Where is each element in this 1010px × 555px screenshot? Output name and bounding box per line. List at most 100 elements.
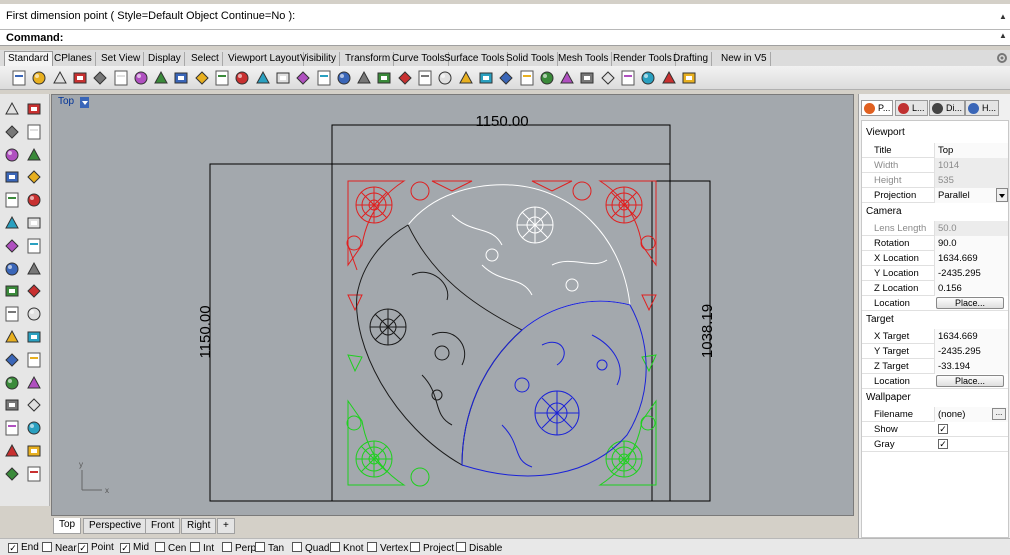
- help-icon[interactable]: [680, 69, 698, 87]
- top-viewport[interactable]: 1150.00 1150.00 1038.19 y x Top: [51, 94, 854, 516]
- save-icon[interactable]: [51, 69, 69, 87]
- add-viewport-tab-icon[interactable]: +: [217, 518, 235, 534]
- analyze-icon[interactable]: [25, 419, 43, 437]
- light-icon[interactable]: [457, 69, 475, 87]
- toolbar-tab[interactable]: Render Tools: [610, 52, 676, 66]
- paint-icon[interactable]: [25, 465, 43, 483]
- options-icon[interactable]: [639, 69, 657, 87]
- dimension-icon[interactable]: [25, 374, 43, 392]
- zoom-icon[interactable]: [254, 69, 272, 87]
- cut-icon[interactable]: [112, 69, 130, 87]
- copy-icon[interactable]: [132, 69, 150, 87]
- osnap-disable[interactable]: Disable: [456, 542, 502, 554]
- toolbar-tab[interactable]: Standard: [4, 51, 53, 66]
- browse-button[interactable]: ...: [992, 408, 1006, 420]
- chevron-down-icon[interactable]: [996, 188, 1008, 202]
- gray-checkbox[interactable]: ✓: [938, 439, 948, 449]
- trim-icon[interactable]: [3, 351, 21, 369]
- panel-tab[interactable]: P...: [861, 100, 894, 116]
- osnap-checkbox[interactable]: ✓: [120, 543, 130, 553]
- toolbar-tab[interactable]: Mesh Tools: [555, 52, 613, 66]
- tangent-icon[interactable]: [396, 69, 414, 87]
- osnap-checkbox[interactable]: [330, 542, 340, 552]
- place-camera-button[interactable]: Place...: [936, 297, 1004, 309]
- render-preview-icon[interactable]: [558, 69, 576, 87]
- place-target-button[interactable]: Place...: [936, 375, 1004, 387]
- osnap-checkbox[interactable]: ✓: [8, 543, 18, 553]
- osnap-perp[interactable]: Perp: [222, 542, 256, 554]
- layer-icon[interactable]: [497, 69, 515, 87]
- panel-tab[interactable]: L...: [895, 100, 928, 116]
- rotate-view-icon[interactable]: [233, 69, 251, 87]
- boolean-icon[interactable]: [3, 328, 21, 346]
- osnap-mid[interactable]: ✓ Mid: [120, 542, 149, 554]
- toolbar-tab[interactable]: Visibility: [297, 52, 340, 66]
- render-box-icon[interactable]: [3, 442, 21, 460]
- arrow-tool-icon[interactable]: [660, 69, 678, 87]
- viewport-canvas[interactable]: 1150.00 1150.00 1038.19 y x: [52, 95, 854, 516]
- osnap-checkbox[interactable]: [42, 542, 52, 552]
- mesh-shape-icon[interactable]: [3, 465, 21, 483]
- split-icon[interactable]: [25, 305, 43, 323]
- osnap-vertex[interactable]: Vertex: [367, 542, 408, 554]
- surface-icon[interactable]: [3, 214, 21, 232]
- prop-y-location[interactable]: Y Location -2435.295: [862, 266, 1008, 281]
- osnap-end[interactable]: ✓ End: [8, 542, 39, 554]
- prop-y-target[interactable]: Y Target -2435.295: [862, 344, 1008, 359]
- osnap-checkbox[interactable]: [222, 542, 232, 552]
- explode-icon[interactable]: [25, 282, 43, 300]
- osnap-checkbox[interactable]: [410, 542, 420, 552]
- open-icon[interactable]: [30, 69, 48, 87]
- redo-icon[interactable]: [193, 69, 211, 87]
- render-icon[interactable]: [599, 69, 617, 87]
- array-icon[interactable]: [3, 419, 21, 437]
- osnap-checkbox[interactable]: [292, 542, 302, 552]
- viewport-tab[interactable]: Front: [145, 518, 181, 534]
- import-icon[interactable]: [91, 69, 109, 87]
- toolbar-tab[interactable]: Display: [145, 52, 185, 66]
- new-icon[interactable]: [10, 69, 28, 87]
- osnap-checkbox[interactable]: [456, 542, 466, 552]
- osnap-project[interactable]: Project: [410, 542, 454, 554]
- undo-icon[interactable]: [172, 69, 190, 87]
- polyline-icon[interactable]: [3, 123, 21, 141]
- select-icon[interactable]: [3, 100, 21, 118]
- prop-filename[interactable]: Filename (none)...: [862, 407, 1008, 422]
- point-icon[interactable]: [25, 100, 43, 118]
- circle-icon[interactable]: [3, 146, 21, 164]
- osnap-point[interactable]: ✓ Point: [78, 542, 114, 554]
- viewport-menu-icon[interactable]: [80, 97, 89, 108]
- prop-z-target[interactable]: Z Target -33.194: [862, 359, 1008, 374]
- osnap-checkbox[interactable]: [190, 542, 200, 552]
- toolbar-tab[interactable]: Transform: [342, 52, 395, 66]
- show-checkbox[interactable]: ✓: [938, 424, 948, 434]
- osnap-checkbox[interactable]: [255, 542, 265, 552]
- zoom-target-icon[interactable]: [335, 69, 353, 87]
- osnap-checkbox[interactable]: [367, 542, 377, 552]
- toolbar-tab[interactable]: CPlanes: [51, 52, 96, 66]
- dot-icon[interactable]: [436, 69, 454, 87]
- viewport-title[interactable]: Top: [55, 96, 78, 109]
- curve-point-icon[interactable]: [25, 123, 43, 141]
- material-icon[interactable]: [518, 69, 536, 87]
- cplane-icon[interactable]: [416, 69, 434, 87]
- scroll-up-icon[interactable]: ▲: [998, 12, 1008, 21]
- osnap-checkbox[interactable]: [155, 542, 165, 552]
- osnap-checkbox[interactable]: ✓: [78, 543, 88, 553]
- osnap-cen[interactable]: Cen: [155, 542, 186, 554]
- shaded-sphere-icon[interactable]: [578, 69, 596, 87]
- pen-icon[interactable]: [619, 69, 637, 87]
- toolbar-tab[interactable]: New in V5: [718, 52, 771, 66]
- toolbar-tab[interactable]: Curve Tools: [389, 52, 449, 66]
- mesh-icon[interactable]: [3, 282, 21, 300]
- viewport-tab[interactable]: Perspective: [83, 518, 148, 534]
- toolbar-tab[interactable]: Select: [188, 52, 223, 66]
- grid-icon[interactable]: [355, 69, 373, 87]
- panel-tab[interactable]: H...: [965, 100, 1000, 116]
- prop-x-target[interactable]: X Target 1634.669: [862, 329, 1008, 344]
- viewport-tab[interactable]: Right: [181, 518, 217, 534]
- hatch-icon[interactable]: [25, 396, 43, 414]
- solid-box-icon[interactable]: [3, 237, 21, 255]
- surface-edge-icon[interactable]: [25, 214, 43, 232]
- print-icon[interactable]: [71, 69, 89, 87]
